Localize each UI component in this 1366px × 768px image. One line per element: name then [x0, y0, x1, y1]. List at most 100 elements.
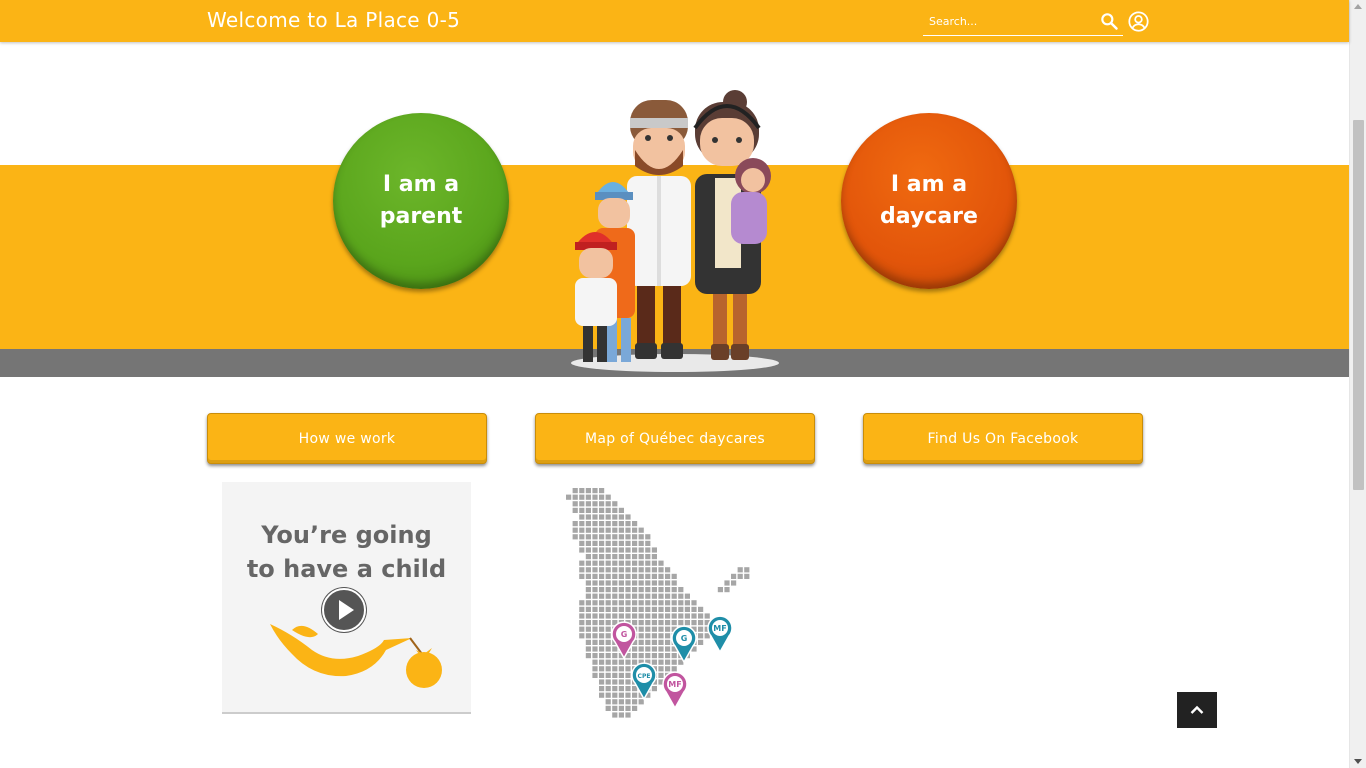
map-cell: [605, 554, 611, 560]
map-cell: [612, 567, 618, 573]
search-input[interactable]: [923, 8, 1093, 34]
back-to-top-button[interactable]: [1177, 692, 1217, 728]
site-title[interactable]: Welcome to La Place 0-5: [207, 8, 460, 32]
map-cell: [632, 527, 638, 533]
map-cell: [605, 547, 611, 553]
map-cell: [625, 705, 631, 711]
map-cell: [585, 507, 591, 513]
map-cell: [645, 613, 651, 619]
user-account-icon[interactable]: [1128, 11, 1149, 32]
map-cell: [585, 600, 591, 606]
map-cell: [658, 653, 664, 659]
map-pin[interactable]: MF: [707, 615, 733, 654]
map-cell: [599, 514, 605, 520]
map-cell: [632, 659, 638, 665]
map-cell: [592, 580, 598, 586]
map-cell: [585, 514, 591, 520]
map-cell: [612, 580, 618, 586]
map-cell: [605, 534, 611, 540]
map-cell: [625, 527, 631, 533]
map-cell: [579, 567, 585, 573]
map-cell: [632, 613, 638, 619]
family-illustration: [571, 90, 779, 372]
video-thumbnail[interactable]: You’re going to have a child: [222, 482, 471, 714]
map-cell: [665, 573, 671, 579]
map-cell: [605, 692, 611, 698]
map-cell: [638, 540, 644, 546]
quebec-daycare-map[interactable]: G G MF CPE MF: [560, 482, 788, 732]
i-am-a-daycare-button[interactable]: I am a daycare: [841, 113, 1017, 289]
map-cell: [592, 646, 598, 652]
map-cell: [645, 560, 651, 566]
map-cell: [684, 606, 690, 612]
map-cell: [737, 567, 743, 573]
map-cell: [678, 620, 684, 626]
map-cell: [599, 488, 605, 494]
map-cell: [579, 547, 585, 553]
i-am-a-parent-button[interactable]: I am a parent: [333, 113, 509, 289]
map-cell: [651, 633, 657, 639]
map-cell: [612, 554, 618, 560]
map-cell: [612, 560, 618, 566]
map-pin[interactable]: MF: [662, 671, 688, 710]
map-cell: [638, 633, 644, 639]
map-cell: [665, 593, 671, 599]
map-cell: [592, 587, 598, 593]
map-cell: [618, 587, 624, 593]
map-cell: [599, 666, 605, 672]
map-cell: [618, 699, 624, 705]
map-cell: [691, 606, 697, 612]
map-cell: [599, 573, 605, 579]
map-cell: [638, 620, 644, 626]
map-cell: [579, 620, 585, 626]
map-cell: [625, 672, 631, 678]
map-cell: [632, 587, 638, 593]
map-of-daycares-button[interactable]: Map of Québec daycares: [535, 413, 815, 464]
map-cell: [632, 547, 638, 553]
map-cell: [618, 692, 624, 698]
page-scrollbar[interactable]: [1349, 0, 1366, 768]
map-cell: [599, 580, 605, 586]
map-cell: [691, 620, 697, 626]
map-cell: [592, 613, 598, 619]
map-cell: [579, 514, 585, 520]
scrollbar-thumb[interactable]: [1353, 120, 1364, 490]
map-cell: [625, 666, 631, 672]
scroll-down-arrow[interactable]: [1354, 759, 1362, 764]
map-cell: [585, 620, 591, 626]
map-cell: [625, 600, 631, 606]
map-cell: [605, 613, 611, 619]
map-cell: [651, 626, 657, 632]
map-cell: [665, 613, 671, 619]
map-cell: [658, 672, 664, 678]
map-cell: [585, 580, 591, 586]
map-cell: [592, 488, 598, 494]
play-icon[interactable]: [320, 586, 368, 634]
map-cell: [585, 639, 591, 645]
map-cell: [605, 646, 611, 652]
map-cell: [671, 620, 677, 626]
map-cell: [599, 639, 605, 645]
find-us-on-facebook-button[interactable]: Find Us On Facebook: [863, 413, 1143, 464]
map-cell: [592, 501, 598, 507]
map-cell: [678, 606, 684, 612]
map-cell: [612, 534, 618, 540]
map-cell: [638, 534, 644, 540]
map-cell: [658, 560, 664, 566]
map-cell: [599, 653, 605, 659]
map-cell: [592, 507, 598, 513]
map-cell: [605, 573, 611, 579]
map-cell: [632, 705, 638, 711]
map-pin[interactable]: G: [611, 621, 637, 660]
scroll-up-arrow[interactable]: [1354, 4, 1362, 9]
map-cell: [632, 580, 638, 586]
map-cell: [605, 560, 611, 566]
search-icon[interactable]: [1099, 11, 1119, 31]
map-cell: [638, 606, 644, 612]
how-we-work-button[interactable]: How we work: [207, 413, 487, 464]
map-cell: [645, 593, 651, 599]
map-cell: [579, 573, 585, 579]
map-cell: [638, 613, 644, 619]
map-cell: [592, 573, 598, 579]
map-cell: [638, 626, 644, 632]
